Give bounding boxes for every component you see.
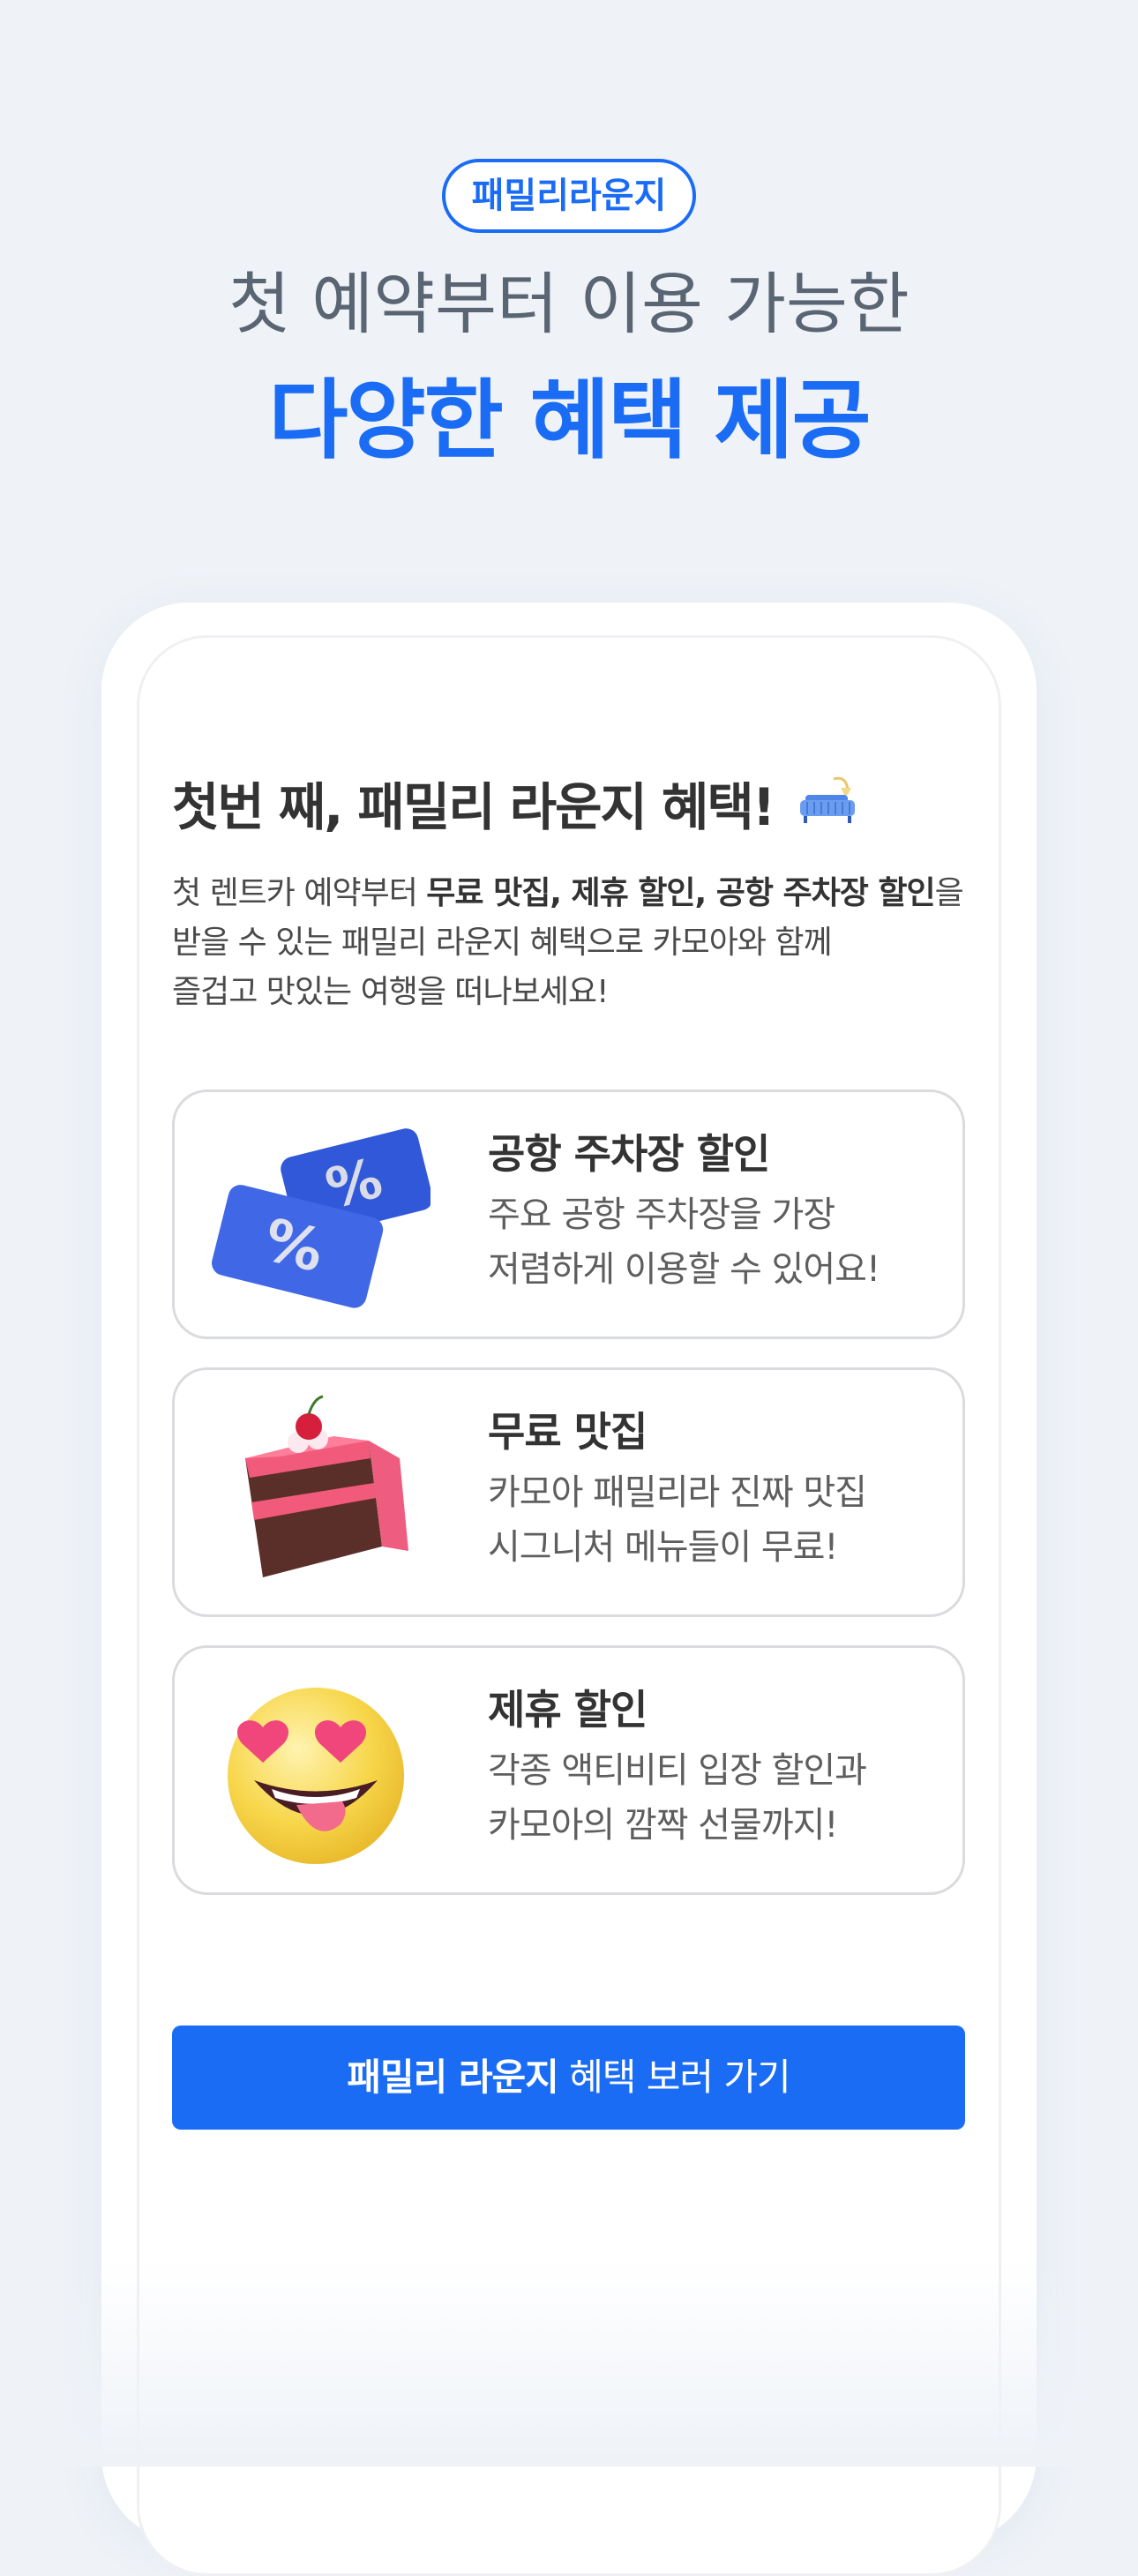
hero-subtitle: 첫 예약부터 이용 가능한 <box>228 265 910 343</box>
desc-highlight: 무료 맛집, 제휴 할인, 공항 주차장 할인 <box>426 875 935 911</box>
family-lounge-badge: 패밀리라운지 <box>442 159 696 233</box>
benefit-description: 카모아 패밀리라 진짜 맛집 시그니처 메뉴들이 무료! <box>488 1465 867 1575</box>
benefit-desc-line-2: 카모아의 깜짝 선물까지! <box>488 1805 838 1846</box>
benefit-card-airport-parking[interactable]: % % 공항 주차장 할인 주요 공항 주차장을 가장 저렴하게 이용할 수 있… <box>172 1090 965 1339</box>
sofa-icon <box>798 771 858 850</box>
section-title-text: 첫번 째, 패밀리 라운지 혜택! <box>172 777 775 837</box>
benefit-description: 각종 액티비티 입장 할인과 카모아의 깜짝 선물까지! <box>488 1743 867 1853</box>
desc-line-3: 즐겁고 맛있는 여행을 떠나보세요! <box>172 974 609 1010</box>
desc-line-2: 받을 수 있는 패밀리 라운지 혜택으로 카모아와 함께 <box>172 925 833 961</box>
benefit-desc-line-1: 각종 액티비티 입장 할인과 <box>488 1750 867 1791</box>
benefit-title: 공항 주차장 할인 <box>488 1130 770 1178</box>
benefit-desc-line-1: 주요 공항 주차장을 가장 <box>488 1194 835 1235</box>
cta-bold: 패밀리 라운지 <box>347 2056 558 2099</box>
desc-line-1: 첫 렌트카 예약부터 무료 맛집, 제휴 할인, 공항 주차장 할인을 <box>172 869 966 918</box>
hero-title: 다양한 혜택 제공 <box>268 371 871 471</box>
bottom-fade <box>0 2258 1138 2467</box>
benefit-card-free-restaurant[interactable]: 무료 맛집 카모아 패밀리라 진짜 맛집 시그니처 메뉴들이 무료! <box>172 1367 965 1617</box>
cake-icon <box>201 1388 430 1599</box>
benefit-desc-line-2: 시그니처 메뉴들이 무료! <box>488 1527 838 1568</box>
section-title: 첫번 째, 패밀리 라운지 혜택! <box>172 768 966 850</box>
section-description: 첫 렌트카 예약부터 무료 맛집, 제휴 할인, 공항 주차장 할인을 받을 수… <box>172 869 966 1017</box>
benefit-desc-line-1: 카모아 패밀리라 진짜 맛집 <box>488 1472 867 1513</box>
desc-prefix: 첫 렌트카 예약부터 <box>172 875 427 911</box>
benefit-description: 주요 공항 주차장을 가장 저렴하게 이용할 수 있어요! <box>488 1187 880 1297</box>
family-lounge-cta-button[interactable]: 패밀리 라운지 혜택 보러 가기 <box>172 2026 965 2130</box>
benefit-desc-line-2: 저렴하게 이용할 수 있어요! <box>488 1249 880 1290</box>
benefit-title: 제휴 할인 <box>488 1686 648 1734</box>
desc-suffix: 을 <box>934 875 964 911</box>
benefit-card-partner-discount[interactable]: 제휴 할인 각종 액티비티 입장 할인과 카모아의 깜짝 선물까지! <box>172 1645 965 1895</box>
heart-eyes-emoji-icon <box>201 1666 430 1877</box>
benefit-title: 무료 맛집 <box>488 1408 648 1456</box>
cta-rest: 혜택 보러 가기 <box>558 2056 791 2099</box>
discount-tickets-icon: % % <box>201 1110 433 1322</box>
